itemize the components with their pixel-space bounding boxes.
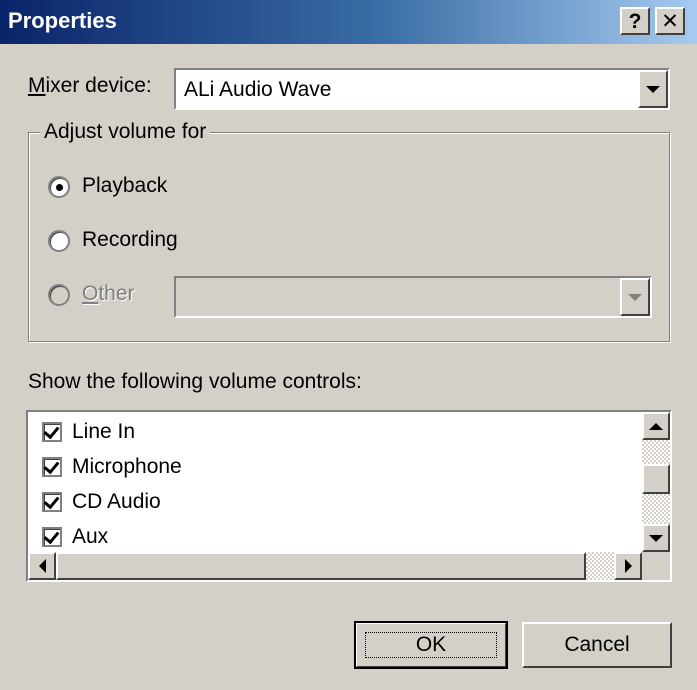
radio-selected-dot [56, 184, 63, 191]
cd-audio-label[interactable]: CD Audio [72, 490, 161, 514]
line-in-checkbox[interactable] [42, 422, 62, 442]
aux-checkbox[interactable] [42, 527, 62, 547]
other-label: Other [82, 282, 135, 306]
volume-controls-label: Show the following volume controls: [28, 370, 362, 393]
window-title: Properties [8, 8, 117, 33]
recording-radio[interactable] [48, 230, 70, 252]
check-icon [43, 457, 60, 475]
check-icon [43, 422, 60, 440]
cancel-button-label: Cancel [564, 633, 630, 656]
horizontal-scroll-thumb[interactable] [56, 552, 586, 580]
microphone-label[interactable]: Microphone [72, 455, 182, 479]
chevron-down-icon [649, 534, 663, 542]
playback-radio[interactable] [48, 176, 70, 198]
ok-button[interactable]: OK [354, 621, 508, 669]
other-label-mnemonic: O [82, 282, 99, 305]
properties-dialog: Properties ? ✕ Mixer device: ALi Audio W… [0, 0, 697, 690]
title-bar[interactable]: Properties ? ✕ [0, 0, 697, 44]
chevron-left-icon [38, 559, 46, 573]
help-icon: ? [628, 9, 642, 33]
mixer-device-label-mnemonic: M [28, 74, 46, 97]
help-button[interactable]: ? [620, 7, 650, 35]
line-in-label[interactable]: Line In [72, 420, 135, 444]
scroll-up-button[interactable] [642, 412, 670, 440]
other-device-dropdown-button [620, 278, 650, 316]
mixer-device-select[interactable]: ALi Audio Wave [174, 68, 670, 110]
chevron-down-icon [646, 85, 660, 93]
mixer-device-dropdown-button[interactable] [638, 70, 668, 108]
microphone-checkbox[interactable] [42, 457, 62, 477]
adjust-volume-legend: Adjust volume for [40, 120, 211, 144]
mixer-device-label-text: ixer device: [45, 74, 152, 97]
check-icon [43, 527, 60, 545]
mixer-device-label: Mixer device: [28, 74, 152, 98]
recording-label[interactable]: Recording [82, 228, 178, 252]
close-icon: ✕ [661, 9, 679, 33]
mixer-device-value: ALi Audio Wave [184, 78, 332, 101]
cd-audio-checkbox[interactable] [42, 492, 62, 512]
chevron-right-icon [624, 559, 632, 573]
cancel-button[interactable]: Cancel [522, 622, 672, 668]
chevron-up-icon [649, 422, 663, 430]
scroll-down-button[interactable] [642, 524, 670, 552]
playback-label[interactable]: Playback [82, 174, 167, 198]
close-button[interactable]: ✕ [655, 7, 685, 35]
scrollbar-corner [642, 552, 670, 580]
ok-button-label: OK [415, 633, 447, 656]
vertical-scroll-thumb[interactable] [642, 464, 670, 494]
scroll-right-button[interactable] [614, 552, 642, 580]
scroll-left-button[interactable] [28, 552, 56, 580]
other-radio [48, 284, 70, 306]
other-device-select [174, 276, 652, 318]
aux-label[interactable]: Aux [72, 525, 108, 549]
check-icon [43, 492, 60, 510]
chevron-down-icon [628, 293, 642, 301]
other-label-text: ther [98, 282, 135, 305]
